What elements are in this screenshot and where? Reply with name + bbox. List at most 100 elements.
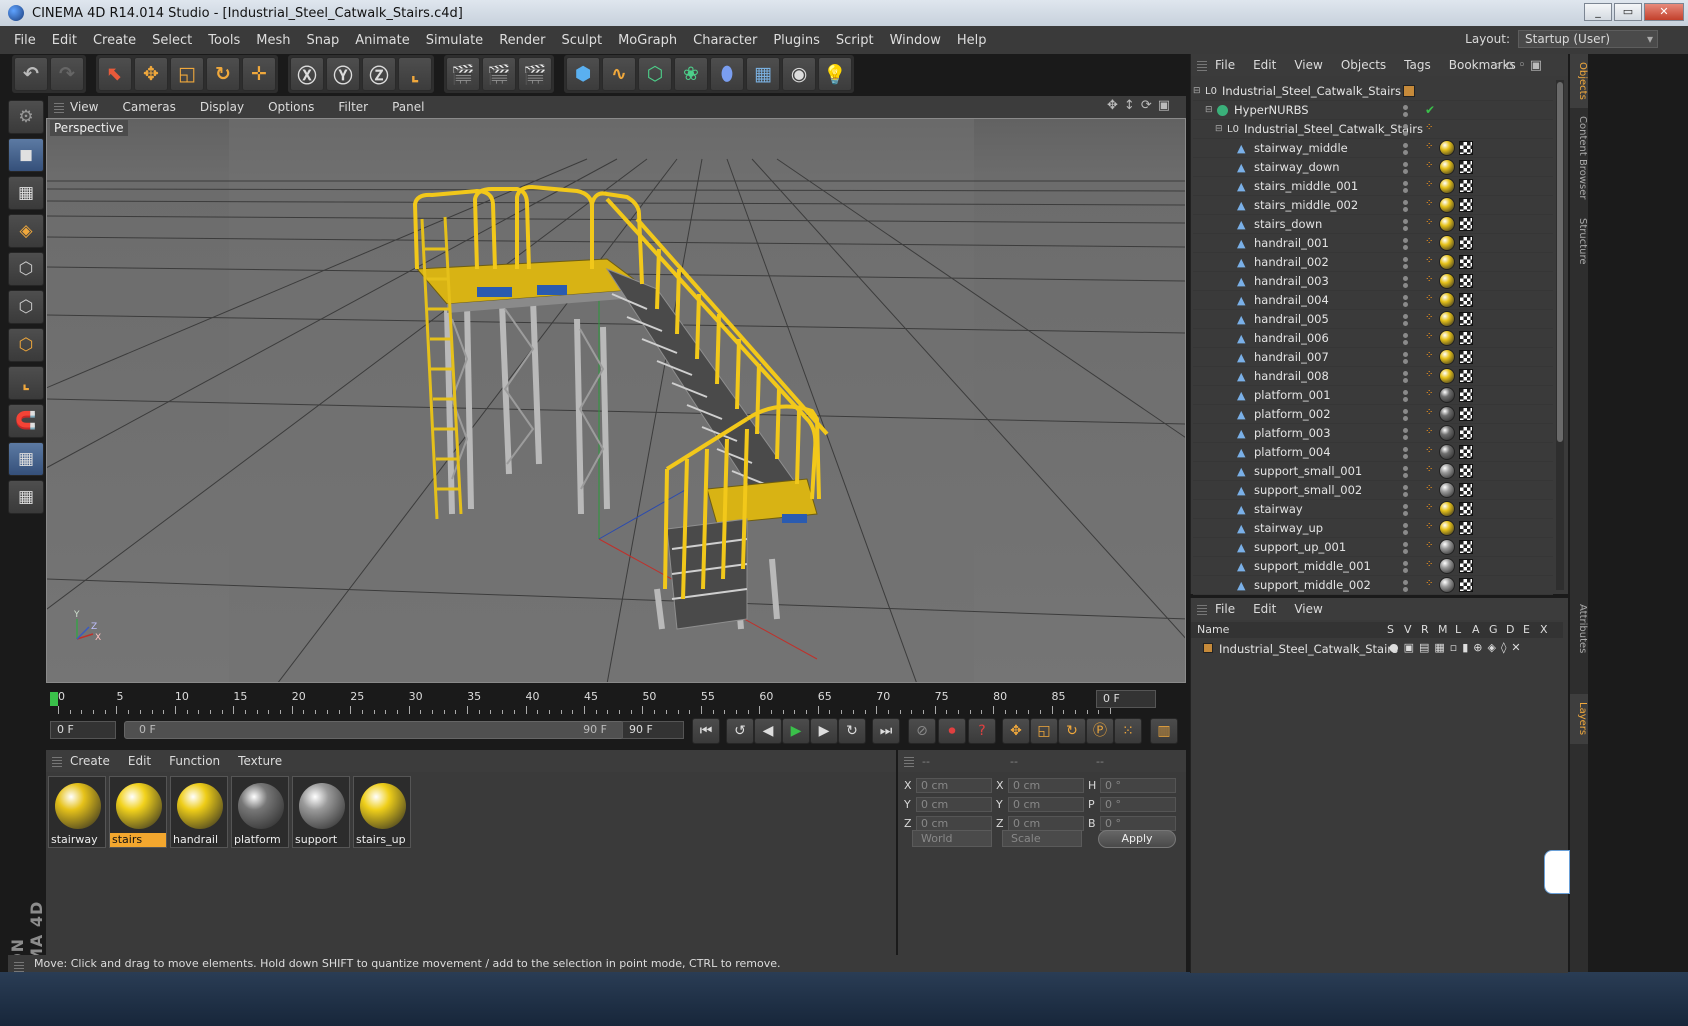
material-tag-icon[interactable] — [1439, 254, 1455, 270]
material-menu-edit[interactable]: Edit — [128, 754, 151, 768]
end-frame-field[interactable]: 90 F — [622, 721, 684, 739]
scale-icon[interactable]: ◱ — [170, 57, 204, 91]
previous-frame-icon[interactable]: ◀ — [754, 718, 782, 744]
record-position-icon[interactable]: ⊘ — [908, 718, 936, 744]
x-axis-lock-icon[interactable]: Ⓧ — [290, 57, 324, 91]
menu-plugins[interactable]: Plugins — [773, 33, 820, 48]
redo-icon[interactable]: ↷ — [50, 57, 84, 91]
visibility-dots[interactable] — [1403, 390, 1413, 402]
menu-mograph[interactable]: MoGraph — [618, 33, 677, 48]
layer-toggle-icons[interactable]: ●▣▤▦▫▮⊕◈◊✕ — [1389, 641, 1526, 654]
visibility-dots[interactable] — [1403, 162, 1413, 174]
phong-tag-icon[interactable]: ⁘ — [1425, 351, 1435, 361]
visibility-dots[interactable] — [1403, 523, 1413, 535]
object-row[interactable]: ▲ stairs_down ⁘ — [1193, 215, 1553, 234]
material-menu-create[interactable]: Create — [70, 754, 110, 768]
material-tag-icon[interactable] — [1439, 539, 1455, 555]
start-frame-field[interactable]: 0 F — [50, 721, 116, 739]
tab-structure[interactable]: Structure — [1570, 208, 1588, 274]
uvw-tag-icon[interactable] — [1459, 179, 1473, 193]
workplane-mode-icon[interactable]: ◈ — [8, 214, 44, 248]
viewport-camera-label[interactable]: Perspective — [50, 120, 128, 136]
axis-mode-icon[interactable]: ⌞ — [8, 366, 44, 400]
visibility-dots[interactable] — [1403, 200, 1413, 212]
material-tag-icon[interactable] — [1439, 292, 1455, 308]
object-row[interactable]: ▲ handrail_001 ⁘ — [1193, 234, 1553, 253]
position-value-field[interactable]: 0 cm — [916, 797, 992, 812]
subdivision-surface-icon[interactable]: ⬡ — [638, 57, 672, 91]
object-row[interactable]: ▲ support_small_002 ⁘ — [1193, 481, 1553, 500]
uvw-tag-icon[interactable] — [1459, 160, 1473, 174]
autokey-icon[interactable]: ⏺ — [938, 718, 966, 744]
layer-column-e[interactable]: E — [1523, 623, 1530, 636]
render-settings-icon[interactable]: 🎬 — [518, 57, 552, 91]
menu-animate[interactable]: Animate — [355, 33, 409, 48]
object-row[interactable]: ▲ stairway_down ⁘ — [1193, 158, 1553, 177]
tab-attributes[interactable]: Attributes — [1570, 594, 1588, 664]
object-row-group[interactable]: ⊟ L0 Industrial_Steel_Catwalk_Stairs ⁘ — [1193, 120, 1553, 139]
uvw-tag-icon[interactable] — [1459, 559, 1473, 573]
visibility-dots[interactable] — [1403, 295, 1413, 307]
uvw-tag-icon[interactable] — [1459, 331, 1473, 345]
viewport-menu-view[interactable]: View — [70, 100, 98, 114]
last-tool-icon[interactable]: ✛ — [242, 57, 276, 91]
material-tag-icon[interactable] — [1439, 577, 1455, 593]
uvw-tag-icon[interactable] — [1459, 198, 1473, 212]
uvw-tag-icon[interactable] — [1459, 274, 1473, 288]
visibility-dots[interactable] — [1403, 314, 1413, 326]
visibility-dots[interactable] — [1403, 333, 1413, 345]
menu-simulate[interactable]: Simulate — [426, 33, 483, 48]
collapse-icon[interactable]: ⊟ — [1205, 105, 1217, 115]
transform-mode-dropdown[interactable]: Scale — [1002, 830, 1082, 847]
material-tag-icon[interactable] — [1439, 501, 1455, 517]
menu-tools[interactable]: Tools — [208, 33, 240, 48]
next-key-icon[interactable]: ↻ — [838, 718, 866, 744]
phong-tag-icon[interactable]: ⁘ — [1425, 408, 1435, 418]
phong-tag-icon[interactable]: ⁘ — [1425, 256, 1435, 266]
key-rotation-icon[interactable]: ↻ — [1058, 718, 1086, 744]
material-tag-icon[interactable] — [1439, 482, 1455, 498]
model-mode-icon[interactable]: ◼ — [8, 138, 44, 172]
material-handrail[interactable]: handrail — [170, 776, 228, 848]
phong-tag-icon[interactable]: ⁘ — [1425, 199, 1435, 209]
playhead-marker[interactable] — [50, 692, 58, 706]
object-row[interactable]: ▲ support_middle_002 ⁘ — [1193, 576, 1553, 595]
live-selection-icon[interactable]: ⬉ — [98, 57, 132, 91]
key-scale-icon[interactable]: ◱ — [1030, 718, 1058, 744]
object-row[interactable]: ▲ platform_001 ⁘ — [1193, 386, 1553, 405]
phong-tag-icon[interactable]: ⁘ — [1425, 123, 1435, 133]
uvw-tag-icon[interactable] — [1459, 312, 1473, 326]
layer-menu-view[interactable]: View — [1294, 602, 1322, 616]
collapse-icon[interactable]: ⊟ — [1215, 124, 1227, 134]
phong-tag-icon[interactable]: ⁘ — [1425, 332, 1435, 342]
material-tag-icon[interactable] — [1439, 463, 1455, 479]
key-position-icon[interactable]: ✥ — [1002, 718, 1030, 744]
object-menu-tags[interactable]: Tags — [1404, 58, 1431, 72]
object-row[interactable]: ▲ support_up_001 ⁘ — [1193, 538, 1553, 557]
next-frame-icon[interactable]: ▶ — [810, 718, 838, 744]
material-tag-icon[interactable] — [1439, 425, 1455, 441]
visibility-dots[interactable] — [1403, 542, 1413, 554]
object-row-hypernurbs[interactable]: ⊟ HyperNURBS ✔ — [1193, 101, 1553, 120]
phong-tag-icon[interactable]: ⁘ — [1425, 180, 1435, 190]
phong-tag-icon[interactable]: ⁘ — [1425, 389, 1435, 399]
go-to-end-icon[interactable]: ⏭ — [872, 718, 900, 744]
timeline-window-icon[interactable]: ▥ — [1150, 718, 1178, 744]
menu-mesh[interactable]: Mesh — [256, 33, 290, 48]
material-menu-texture[interactable]: Texture — [238, 754, 282, 768]
material-stairs_up[interactable]: stairs_up — [353, 776, 411, 848]
spline-pen-icon[interactable]: ∿ — [602, 57, 636, 91]
uvw-tag-icon[interactable] — [1459, 217, 1473, 231]
panel-grip-icon[interactable] — [52, 755, 62, 767]
phong-tag-icon[interactable]: ⁘ — [1425, 237, 1435, 247]
visibility-dots[interactable] — [1403, 561, 1413, 573]
visibility-dots[interactable] — [1403, 124, 1413, 136]
rotation-value-field[interactable]: 0 ° — [1100, 778, 1176, 793]
uvw-tag-icon[interactable] — [1459, 578, 1473, 592]
texture-mode-icon[interactable]: ▦ — [8, 176, 44, 210]
material-menu-function[interactable]: Function — [169, 754, 220, 768]
object-search-home-icons[interactable]: ⌕⌂◦▣ — [1495, 58, 1546, 73]
material-tag-icon[interactable] — [1439, 558, 1455, 574]
layer-column-l[interactable]: L — [1455, 623, 1461, 636]
material-tag-icon[interactable] — [1439, 140, 1455, 156]
